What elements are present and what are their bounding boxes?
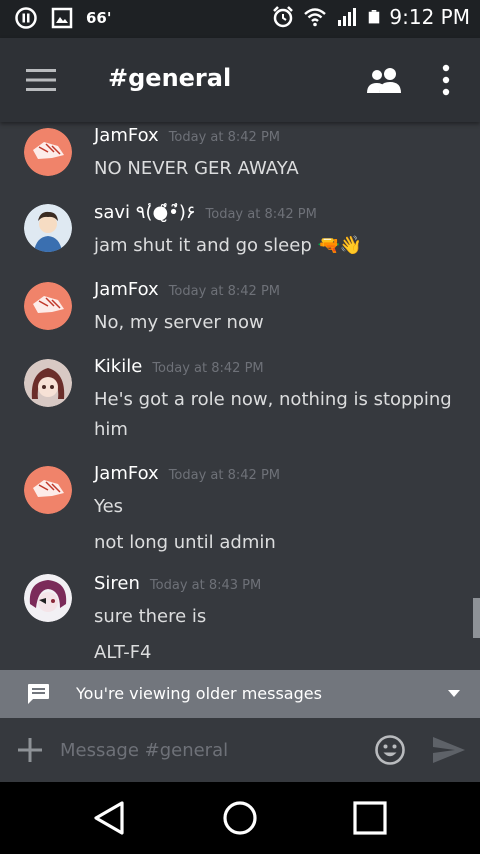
message-list[interactable]: JamFox Today at 8:42 PM NO NEVER GER AWAY… [0,122,480,670]
status-bar: 66' 9:12 PM [0,0,480,38]
message-text: Yes [94,496,124,517]
image-notification-icon [51,7,73,29]
author-name[interactable]: Kikile [94,356,142,377]
message-text: He's got a role now, nothing is stopping [94,389,452,410]
kikile-avatar[interactable] [24,359,72,407]
message-composer [0,718,480,782]
author-name[interactable]: JamFox [94,125,159,146]
more-options-icon[interactable] [440,64,452,96]
message-input[interactable] [60,734,350,766]
message-author[interactable]: JamFox Today at 8:42 PM [94,279,280,300]
message-timestamp: Today at 8:42 PM [152,361,264,376]
message-timestamp: Today at 8:42 PM [168,284,281,299]
channel-title: #general [108,64,232,92]
clock: 9:12 PM [389,5,470,29]
chat-bubble-icon [28,684,49,704]
author-name[interactable]: Siren [94,573,140,594]
emoji-picker-icon[interactable] [374,734,406,766]
jamfox-avatar[interactable] [24,128,72,176]
message-timestamp: Today at 8:42 PM [205,207,317,222]
battery-percent: 66' [86,9,112,27]
scrollbar-thumb[interactable] [473,598,480,638]
alarm-icon [273,6,294,28]
older-messages-banner[interactable]: You're viewing older messages [0,670,480,718]
message-author[interactable]: Kikile Today at 8:42 PM [94,356,264,377]
wifi-icon [304,8,327,27]
author-name[interactable]: JamFox [94,463,159,484]
battery-icon [369,10,380,24]
message-author[interactable]: savi ٩(̾●̮̮̃̾•̃̾)۶ Today at 8:42 PM [94,202,317,223]
message-text: NO NEVER GER AWAYA [94,158,299,179]
hamburger-menu-icon[interactable] [26,68,56,92]
home-icon[interactable] [222,800,258,836]
recent-apps-icon[interactable] [352,800,388,836]
app-bar: #general [0,38,480,122]
message-timestamp: Today at 8:42 PM [168,468,281,483]
message-timestamp: Today at 8:43 PM [149,578,262,593]
back-icon[interactable] [92,800,126,836]
message-text: sure there is [94,606,207,627]
members-icon[interactable] [366,66,402,94]
pause-notification-icon [15,7,37,29]
savi-avatar[interactable] [24,204,72,252]
message-text: jam shut it and go sleep 🔫👋 [94,235,363,256]
message-author[interactable]: JamFox Today at 8:42 PM [94,125,280,146]
message-text: No, my server now [94,312,264,333]
siren-avatar[interactable] [24,574,72,622]
system-navigation-bar [0,782,480,854]
signal-icon [338,8,357,26]
message-text: him [94,419,128,440]
jamfox-avatar[interactable] [24,466,72,514]
message-text: ALT-F4 [94,642,152,663]
message-author[interactable]: JamFox Today at 8:42 PM [94,463,280,484]
message-text: not long until admin [94,532,276,553]
send-icon[interactable] [432,736,466,764]
chevron-down-icon[interactable] [448,690,460,698]
message-author[interactable]: Siren Today at 8:43 PM [94,573,261,594]
author-name[interactable]: JamFox [94,279,159,300]
author-name[interactable]: savi ٩(̾●̮̮̃̾•̃̾)۶ [94,202,196,223]
jamfox-avatar[interactable] [24,282,72,330]
older-messages-text: You're viewing older messages [76,684,322,703]
message-timestamp: Today at 8:42 PM [168,130,281,145]
add-attachment-icon[interactable] [18,738,42,762]
